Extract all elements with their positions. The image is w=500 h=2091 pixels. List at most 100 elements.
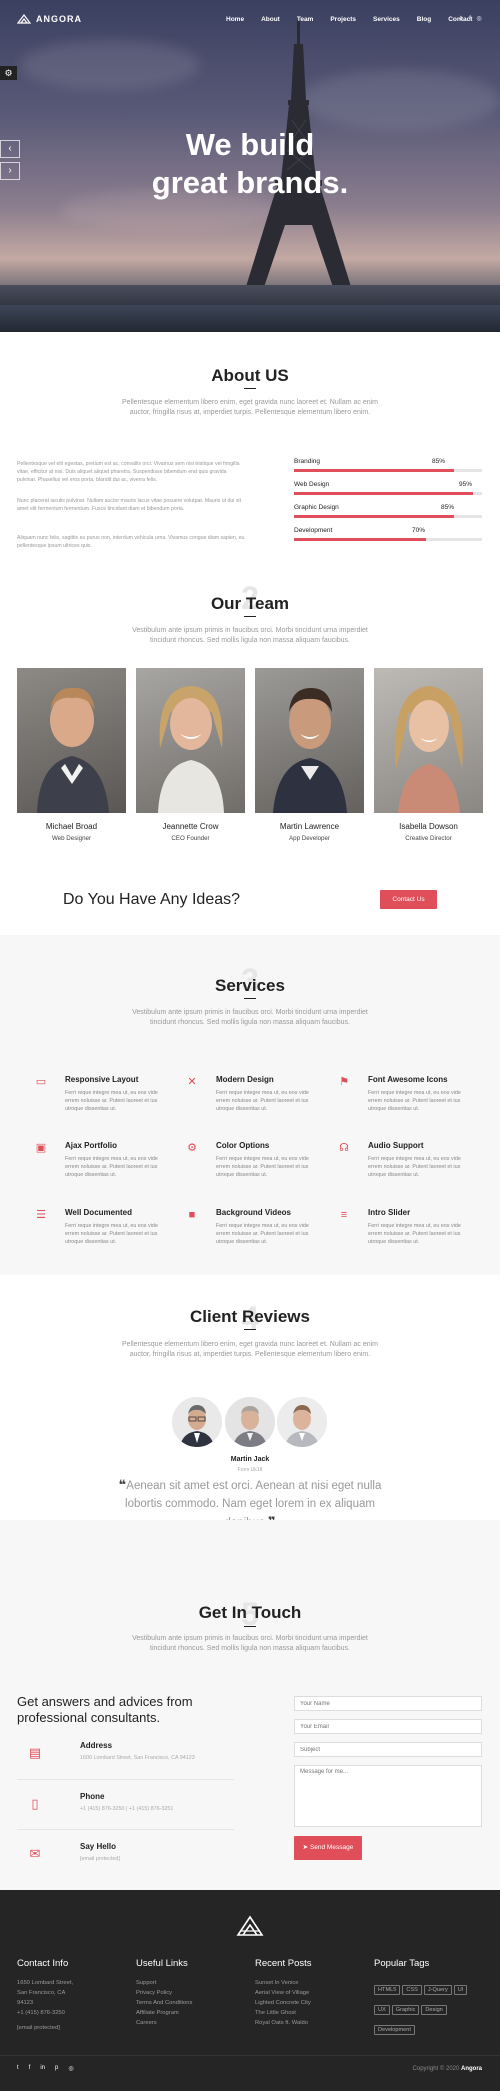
footer-tag[interactable]: UI xyxy=(453,1985,468,1995)
footer-post-link[interactable]: The Little Ghost xyxy=(255,2008,312,2018)
contact-title: Get In Touch xyxy=(198,1603,302,1622)
cta-question: Do You Have Any Ideas? xyxy=(63,891,241,908)
footer-column-title: Useful Links xyxy=(136,1958,188,1969)
contact-divider xyxy=(17,1829,234,1830)
map-icon: ▤ xyxy=(28,1745,42,1760)
footer-tag[interactable]: Graphic xyxy=(391,2005,420,2015)
team-member-name: Michael Broad xyxy=(45,822,98,831)
contact-us-button[interactable]: Contact Us xyxy=(380,890,437,909)
team-member-card[interactable]: Isabella Dowson Creative Director xyxy=(374,668,483,842)
reviews-lead: Pellentesque elementum libero enim, eget… xyxy=(121,1341,379,1358)
twitter-icon[interactable]: t xyxy=(458,16,464,22)
contact-item-title: Say Hello xyxy=(80,1842,117,1851)
twitter-icon[interactable]: t xyxy=(17,2065,19,2072)
list-icon: ☰ xyxy=(36,1209,46,1221)
message-field[interactable] xyxy=(294,1765,482,1827)
team-member-card[interactable]: Jeannette Crow CEO Founder xyxy=(136,668,245,842)
services-title-rule xyxy=(244,998,256,999)
nav-item-team[interactable]: Team xyxy=(297,16,314,23)
service-text: Ferri reque integre mea ut, eu eos vide … xyxy=(65,1156,158,1178)
envelope-icon: ✉ xyxy=(29,1846,41,1861)
brand-logo[interactable]: ANGORA xyxy=(17,14,82,24)
pinterest-icon[interactable]: p xyxy=(55,2065,58,2072)
footer-tag[interactable]: HTML5 xyxy=(374,1985,401,1995)
footer-tag[interactable]: Design xyxy=(421,2005,447,2015)
facebook-icon[interactable]: f xyxy=(29,2065,31,2072)
contact-item-detail[interactable]: [email protected] xyxy=(80,1856,120,1862)
team-member-card[interactable]: Martin Lawrence App Developer xyxy=(255,668,364,842)
service-title: Well Documented xyxy=(65,1208,132,1217)
team-member-role: Creative Director xyxy=(405,835,452,842)
hero-headline: We build great brands. xyxy=(0,126,500,202)
footer-logo-icon[interactable] xyxy=(236,1915,264,1937)
about-title: About US xyxy=(211,366,289,385)
linkedin-icon[interactable]: in xyxy=(40,2065,45,2072)
email-field[interactable] xyxy=(294,1719,482,1734)
footer-post-link[interactable]: Aerial View of Village xyxy=(255,1988,312,1998)
footer-link[interactable]: Affiliate Program xyxy=(136,2008,192,2018)
footer-post-link[interactable]: Royal Oats ft. Waldo xyxy=(255,2018,312,2028)
contact-heading: Get answers and advices from professiona… xyxy=(17,1694,193,1725)
skill-branding: Branding 85% xyxy=(294,458,482,472)
nav-item-about[interactable]: About xyxy=(261,16,280,23)
footer-link[interactable]: Careers xyxy=(136,2018,192,2028)
contact-phone: ▯ Phone +1 (415) 876-3250 | +1 (415) 876… xyxy=(17,1792,237,1822)
footer-link[interactable]: Terms And Conditions xyxy=(136,1998,192,2008)
team-member-name: Isabella Dowson xyxy=(399,822,458,831)
service-text: Ferri reque integre mea ut, eu eos vide … xyxy=(368,1223,461,1245)
copyright-text: Copyright © 2020 xyxy=(412,2066,460,2072)
footer-link-list: Support Privacy Policy Terms And Conditi… xyxy=(136,1978,192,2028)
reviewer-avatar[interactable] xyxy=(277,1397,327,1447)
about-paragraph-2: Nunc placerat iaculis pulvinar. Nullam a… xyxy=(17,498,242,512)
skill-label: Development xyxy=(294,527,333,534)
contact-title-rule xyxy=(244,1626,256,1627)
nav-item-blog[interactable]: Blog xyxy=(417,16,431,23)
service-text: Ferri reque integre mea ut, eu eos vide … xyxy=(368,1156,461,1178)
about-paragraph-1: Pellentesque vel elit egestas, pretium e… xyxy=(17,461,240,483)
about-lead: Pellentesque elementum libero enim, eget… xyxy=(121,399,379,416)
reviewer-avatar[interactable] xyxy=(172,1397,222,1447)
footer-contact-lines: 1650 Lombard Street, San Francisco, CA 9… xyxy=(17,1978,73,2033)
footer-post-link[interactable]: Lighted Concrete City xyxy=(255,1998,312,2008)
team-member-card[interactable]: Michael Broad Web Designer xyxy=(17,668,126,842)
team-member-role: Web Designer xyxy=(51,835,92,842)
contact-item-detail: +1 (415) 876-3250 | +1 (415) 876-3251 xyxy=(80,1806,174,1812)
footer-tag[interactable]: UX xyxy=(374,2005,390,2015)
footer-tag[interactable]: CSS xyxy=(402,1985,422,1995)
gear-icon: ⚙ xyxy=(187,1142,197,1154)
footer-post-list: Sunset In Venice Aerial View of Village … xyxy=(255,1978,312,2028)
instagram-icon[interactable]: ◎ xyxy=(68,2065,73,2072)
facebook-icon[interactable]: f xyxy=(467,16,473,22)
nav-social-links: t f ◎ xyxy=(458,16,482,22)
footer-post-link[interactable]: Sunset In Venice xyxy=(255,1978,312,1988)
settings-gear-icon[interactable]: ⚙ xyxy=(0,66,17,80)
footer-column-title: Contact Info xyxy=(17,1958,69,1969)
reviewer-avatar-active[interactable] xyxy=(225,1397,275,1447)
nav-item-projects[interactable]: Projects xyxy=(330,16,356,23)
copyright-brand[interactable]: Angora xyxy=(461,2066,482,2072)
footer-link[interactable]: Privacy Policy xyxy=(136,1988,192,1998)
instagram-icon[interactable]: ◎ xyxy=(476,16,482,22)
footer-tag-list: HTML5 CSS J-Query UI UX Graphic Design Developm… xyxy=(374,1978,484,2038)
about-paragraph-3: Aliquam nunc felis, sagittis eu purus no… xyxy=(17,535,245,549)
team-member-photo xyxy=(136,668,245,813)
subject-field[interactable] xyxy=(294,1742,482,1757)
skill-bar-track xyxy=(294,469,482,472)
skill-percent: 85% xyxy=(441,504,455,511)
team-member-photo xyxy=(374,668,483,813)
send-message-button[interactable]: ➤ Send Message xyxy=(294,1836,362,1860)
design-tools-icon: ✕ xyxy=(187,1076,197,1088)
paper-plane-icon: ➤ xyxy=(302,1844,310,1851)
team-title-rule xyxy=(244,616,256,617)
footer-tag[interactable]: Development xyxy=(374,2025,415,2035)
footer-line: 94123 xyxy=(17,2000,34,2006)
footer-email[interactable]: [email protected] xyxy=(17,2023,73,2033)
nav-item-services[interactable]: Services xyxy=(373,16,400,23)
footer-link[interactable]: Support xyxy=(136,1978,192,1988)
service-title: Modern Design xyxy=(216,1075,274,1084)
footer-column-title: Recent Posts xyxy=(255,1958,312,1969)
name-field[interactable] xyxy=(294,1696,482,1711)
nav-item-home[interactable]: Home xyxy=(226,16,244,23)
contact-item-title: Address xyxy=(80,1741,113,1750)
footer-tag[interactable]: J-Query xyxy=(423,1985,452,1995)
